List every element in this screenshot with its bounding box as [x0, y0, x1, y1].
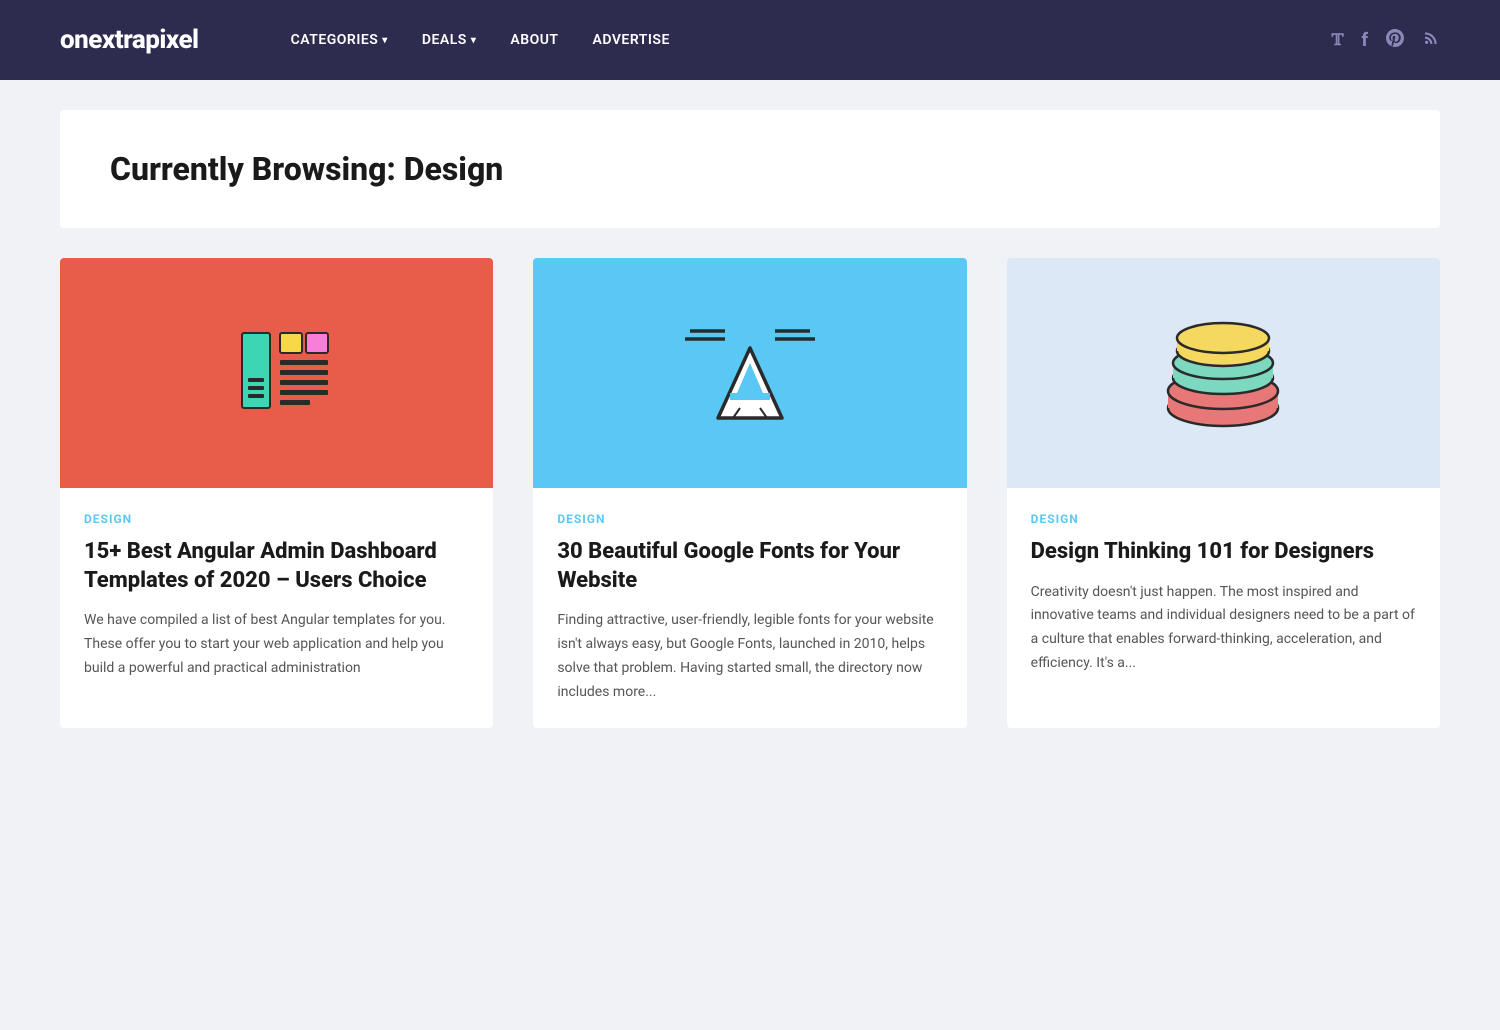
card-image-2 [533, 258, 966, 488]
pinterest-icon[interactable] [1386, 29, 1404, 52]
article-card-1[interactable]: DESIGN 15+ Best Angular Admin Dashboard … [60, 258, 493, 728]
dashboard-illustration [212, 308, 342, 438]
chevron-down-icon: ▾ [382, 35, 388, 46]
card-image-3 [1007, 258, 1440, 488]
card-excerpt-2: Finding attractive, user-friendly, legib… [557, 609, 942, 704]
typography-illustration [670, 293, 830, 453]
nav-deals[interactable]: DEALS ▾ [410, 24, 489, 56]
facebook-icon[interactable]: f [1362, 30, 1369, 51]
nav-advertise[interactable]: ADVERTISE [581, 24, 682, 56]
card-image-1 [60, 258, 493, 488]
card-body-3: DESIGN Design Thinking 101 for Designers… [1007, 488, 1440, 700]
chevron-down-icon: ▾ [471, 35, 477, 46]
page-title: Currently Browsing: Design [110, 150, 1390, 188]
site-logo[interactable]: onextrapixel [60, 25, 199, 55]
twitter-icon[interactable]: 𝕋 [1332, 30, 1344, 50]
main-nav: CATEGORIES ▾ DEALS ▾ ABOUT ADVERTISE [279, 24, 1332, 56]
card-category-2: DESIGN [557, 512, 942, 526]
card-excerpt-1: We have compiled a list of best Angular … [84, 609, 469, 680]
rss-icon[interactable] [1422, 29, 1440, 52]
card-title-1: 15+ Best Angular Admin Dashboard Templat… [84, 538, 469, 595]
articles-grid: DESIGN 15+ Best Angular Admin Dashboard … [60, 258, 1440, 728]
hero-banner: Currently Browsing: Design [60, 110, 1440, 228]
layers-illustration [1143, 303, 1303, 443]
site-header: onextrapixel CATEGORIES ▾ DEALS ▾ ABOUT … [0, 0, 1500, 80]
card-category-3: DESIGN [1031, 512, 1416, 526]
card-excerpt-3: Creativity doesn't just happen. The most… [1031, 581, 1416, 676]
card-body-2: DESIGN 30 Beautiful Google Fonts for You… [533, 488, 966, 728]
card-body-1: DESIGN 15+ Best Angular Admin Dashboard … [60, 488, 493, 705]
article-card-2[interactable]: DESIGN 30 Beautiful Google Fonts for You… [533, 258, 966, 728]
social-links: 𝕋 f [1332, 29, 1440, 52]
article-card-3[interactable]: DESIGN Design Thinking 101 for Designers… [1007, 258, 1440, 728]
nav-about[interactable]: ABOUT [498, 24, 570, 56]
card-title-3: Design Thinking 101 for Designers [1031, 538, 1416, 567]
card-title-2: 30 Beautiful Google Fonts for Your Websi… [557, 538, 942, 595]
nav-categories[interactable]: CATEGORIES ▾ [279, 24, 400, 56]
card-category-1: DESIGN [84, 512, 469, 526]
